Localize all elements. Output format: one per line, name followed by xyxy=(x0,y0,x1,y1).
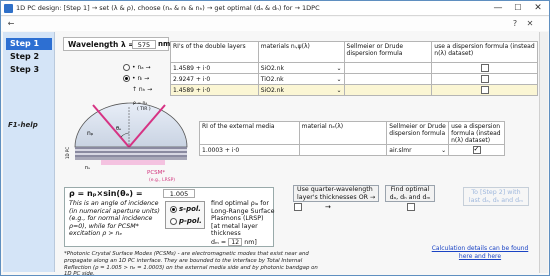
help-label: F1-help xyxy=(8,121,38,129)
s-pol-radio[interactable] xyxy=(170,205,177,213)
prism-shape xyxy=(74,102,188,148)
app-icon xyxy=(4,4,13,13)
table-row: 1.0003 + i·0 air.slmr ⌄ xyxy=(199,144,505,156)
column-header: RI of the external media xyxy=(199,121,300,145)
table-row: 1.4589 + i·0 SiO2.nk ⌄ xyxy=(170,62,538,74)
column-header: use a dispersion formula (instead n(λ) d… xyxy=(431,41,538,63)
diagram-label: (e.g., LRSP) xyxy=(149,177,175,183)
formula-cell[interactable] xyxy=(343,73,433,85)
material-cell[interactable]: SiO2.nk ⌄ xyxy=(257,62,345,74)
wavelength-unit: nm xyxy=(158,40,171,48)
formula-cell[interactable] xyxy=(343,62,433,74)
sidebar-step-3[interactable]: Step 3 xyxy=(6,64,52,76)
s-pol-option[interactable]: s-pol. xyxy=(170,205,201,213)
minimize-icon[interactable]: — xyxy=(488,1,508,15)
prism-diagram: ρ = nₑ ( TIR ) θₑ nₚ 1D PC nₛ PCSM* (e.g… xyxy=(65,101,188,183)
ri-cell[interactable]: 2.9247 + i·0 xyxy=(170,73,259,85)
layer-stack xyxy=(75,147,187,149)
calculation-details-link[interactable]: Calculation details can be found here an… xyxy=(425,245,535,260)
scrollbar[interactable] xyxy=(539,32,548,273)
title-bar: 1D PC design: [Step 1] → set (λ & ρ), ch… xyxy=(1,1,549,16)
checkbox-cell xyxy=(431,84,538,96)
rho-description: This is an angle of incidence (in numeri… xyxy=(69,200,160,238)
formula-cell[interactable] xyxy=(343,84,433,96)
formula-cell[interactable]: air.slmr ⌄ xyxy=(386,144,450,156)
checkbox-cell xyxy=(448,144,505,156)
find-optimal-checkbox[interactable] xyxy=(407,203,416,212)
wavelength-input[interactable]: 575 xyxy=(132,40,156,49)
diagram-label: θₑ xyxy=(116,126,121,132)
diagram-label: 1D PC xyxy=(65,147,70,159)
ri-cell[interactable]: 1.4589 + i·0 xyxy=(170,84,259,96)
dispersion-checkbox[interactable] xyxy=(480,75,489,83)
material-cell[interactable] xyxy=(298,144,388,156)
column-header: materials nᵢ,ψ(λ) xyxy=(257,41,345,63)
radio-nl[interactable] xyxy=(123,75,130,82)
column-header: use a dispersion formula (instead n(λ) d… xyxy=(448,121,505,145)
diagram-label: ρ = nₑ xyxy=(133,101,147,106)
ri-cell[interactable]: 1.4589 + i·0 xyxy=(170,62,259,74)
maximize-icon[interactable]: ☐ xyxy=(508,1,528,15)
sidebar-step-2[interactable]: Step 2 xyxy=(6,51,52,63)
metal-thickness-input[interactable]: 12 xyxy=(228,237,243,246)
sidebar-step-1[interactable]: Step 1 xyxy=(6,38,52,50)
application-window: 1D PC design: [Step 1] → set (λ & ρ), ch… xyxy=(0,0,550,278)
chevron-down-icon[interactable]: ⌄ xyxy=(337,76,342,83)
external-media-table: RI of the external media material nₑ(λ) … xyxy=(199,121,505,156)
diagram-label: PCSM* xyxy=(147,170,165,176)
checkbox-cell xyxy=(431,73,538,85)
to-step2-button[interactable]: To [Step 2] with last dₐ, dₕ and dₘ xyxy=(463,187,529,206)
quarter-wavelength-button[interactable]: Use quarter-wavelength layer's thicknesse… xyxy=(293,185,379,202)
find-optimal-button[interactable]: Find optimal dₐ, dₕ and dₘ xyxy=(385,185,435,202)
double-layers-table: RI's of the double layers materials nᵢ,ψ… xyxy=(170,41,538,96)
help-icon[interactable]: ? xyxy=(509,18,521,29)
checkbox-cell xyxy=(431,62,538,74)
pin-icon[interactable]: ✕ xyxy=(524,18,536,29)
polarization-group: s-pol. p-pol. xyxy=(165,201,205,229)
pcsm-footnote: *Photonic Crystal Surface Modes (PCSMs) … xyxy=(64,251,318,278)
material-cell[interactable]: SiO2.nk ⌄ xyxy=(257,84,345,96)
column-header: material nₑ(λ) xyxy=(298,121,388,145)
pcsm-field xyxy=(101,160,165,165)
layer-label-nl: • nₗ → xyxy=(123,75,159,82)
p-pol-option[interactable]: p-pol. xyxy=(170,217,202,225)
diagram-label: ( TIR ) xyxy=(137,106,151,112)
rho-equation: ρ = nₚ×sin(θₑ) = xyxy=(69,189,143,198)
wavelength-label: Wavelength λ = xyxy=(68,40,135,49)
dispersion-checkbox[interactable] xyxy=(480,86,489,94)
table-row: 1.4589 + i·0 SiO2.nk ⌄ xyxy=(170,84,538,96)
radio-na[interactable] xyxy=(123,64,130,71)
diagram-label: nₚ xyxy=(87,130,94,137)
quarter-checkbox[interactable] xyxy=(294,203,303,212)
table-row: 2.9247 + i·0 TiO2.nk ⌄ xyxy=(170,73,538,85)
ri-cell[interactable]: 1.0003 + i·0 xyxy=(199,144,300,156)
rho-panel: ρ = nₚ×sin(θₑ) = 1.005 This is an angle … xyxy=(64,187,274,247)
material-cell[interactable]: TiO2.nk ⌄ xyxy=(257,73,345,85)
column-header: Sellmeier or Drude dispersion formula xyxy=(343,41,433,63)
diagram-label: nₛ xyxy=(85,165,90,171)
window-title: 1D PC design: [Step 1] → set (λ & ρ), ch… xyxy=(16,4,320,12)
dispersion-checkbox[interactable] xyxy=(472,146,481,154)
layer-label-na: • nₐ → xyxy=(123,64,159,71)
wavelength-group: Wavelength λ = 575 nm xyxy=(63,37,171,51)
p-pol-radio[interactable] xyxy=(170,217,177,225)
rho-input[interactable]: 1.005 xyxy=(163,189,195,198)
find-lrsp-button[interactable]: find optimal ρₗₐ for Long-Range Surface … xyxy=(211,200,277,247)
toolbar: ← ? ✕ xyxy=(1,17,549,31)
close-icon[interactable]: ✕ xyxy=(528,1,548,15)
steps-sidebar: Step 1 Step 2 Step 3 F1-help xyxy=(3,32,55,272)
column-header: RI's of the double layers xyxy=(170,41,259,63)
chevron-down-icon[interactable]: ⌄ xyxy=(337,65,342,72)
chevron-down-icon[interactable]: ⌄ xyxy=(441,147,446,154)
back-arrow-icon[interactable]: ← xyxy=(5,18,17,29)
arrow-icon: → xyxy=(325,203,331,211)
layer-label-nh: ↑ nₕ → xyxy=(132,86,153,93)
chevron-down-icon[interactable]: ⌄ xyxy=(337,87,342,94)
column-header: Sellmeier or Drude dispersion formula xyxy=(386,121,450,145)
dispersion-checkbox[interactable] xyxy=(480,64,489,72)
